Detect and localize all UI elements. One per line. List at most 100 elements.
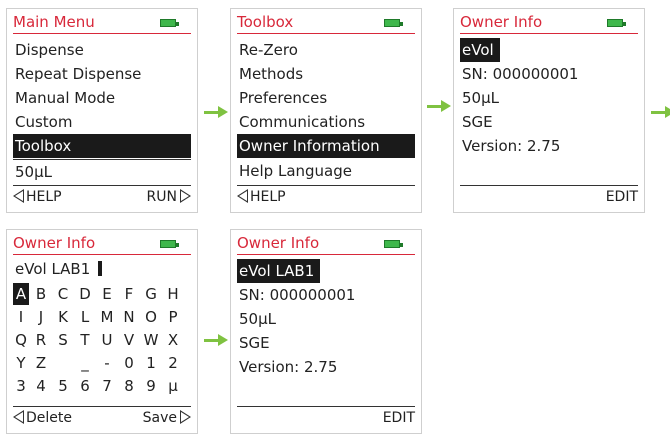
name-entry-field[interactable]: eVol LAB1 [13,257,191,281]
edit-softkey[interactable]: EDIT [606,187,638,207]
delete-label: Delete [26,410,72,426]
manufacturer-label: SGE [462,113,493,131]
char-key[interactable]: Q [13,329,29,351]
char-key[interactable]: 3 [13,375,29,397]
char-key[interactable]: H [165,283,181,305]
menu-item-toolbox[interactable]: Toolbox [13,134,191,158]
char-key[interactable]: N [121,306,137,328]
title-divider [13,33,191,34]
char-key[interactable]: O [143,306,159,328]
char-key[interactable]: 7 [99,375,115,397]
run-softkey[interactable]: RUN [147,187,191,207]
right-triangle-icon [180,410,191,424]
menu-item-manual-mode[interactable]: Manual Mode [13,86,191,110]
char-key[interactable]: B [33,283,49,305]
char-key[interactable]: 2 [165,352,181,374]
left-triangle-icon [13,410,24,424]
menu-item-preferences[interactable]: Preferences [237,86,415,110]
right-arrow-icon [427,100,451,112]
char-key[interactable]: K [55,306,71,328]
char-key[interactable]: P [165,306,181,328]
menu-item-help-language[interactable]: Help Language [237,159,415,183]
char-key[interactable]: _ [77,352,93,374]
char-key[interactable]: V [121,329,137,351]
volume-readout: 50µL [239,310,276,328]
softkey-bar: HELP [237,187,415,207]
char-key[interactable]: F [121,283,137,305]
owner-name-field[interactable]: eVol [460,38,500,62]
text-cursor [98,261,103,276]
screen-title: Toolbox [237,13,294,31]
serial-number: SN: 000000001 [239,286,356,304]
footer-divider [237,185,415,186]
toolbox-screen: Toolbox Re-Zero Methods Preferences Comm… [230,8,422,213]
softkey-bar: HELP RUN [13,187,191,207]
menu-item-custom[interactable]: Custom [13,110,191,134]
char-key[interactable]: 4 [33,375,49,397]
volume-readout: 50µL [462,89,499,107]
char-key[interactable]: E [99,283,115,305]
char-key[interactable]: L [77,306,93,328]
help-softkey[interactable]: HELP [13,187,62,207]
right-arrow-icon [204,106,228,118]
char-key[interactable]: W [143,329,159,351]
char-key[interactable]: U [99,329,115,351]
char-key[interactable]: 0 [121,352,137,374]
char-key[interactable]: A [13,283,29,305]
char-key[interactable]: M [99,306,115,328]
owner-info-screen: Owner Info eVol SN: 000000001 50µL SGE V… [453,8,645,213]
title-divider [237,254,415,255]
menu-item-re-zero[interactable]: Re-Zero [237,38,415,62]
char-key[interactable]: D [77,283,93,305]
char-key[interactable]: T [77,329,93,351]
owner-edit-screen: Owner Info eVol LAB1 A B C D E F G H I J… [6,229,198,434]
char-key[interactable]: I [13,306,29,328]
char-key[interactable]: C [55,283,71,305]
battery-icon [384,240,403,248]
name-entry-text: eVol LAB1 [15,260,91,278]
menu-item-dispense[interactable]: Dispense [13,38,191,62]
char-key[interactable]: µ [165,375,181,397]
battery-icon [384,19,403,27]
menu-item-methods[interactable]: Methods [237,62,415,86]
screen-title: Owner Info [460,13,543,31]
softkey-bar: EDIT [460,187,638,207]
save-label: Save [142,410,177,426]
char-key[interactable]: 9 [143,375,159,397]
title-divider [460,33,638,34]
owner-name-field[interactable]: eVol LAB1 [237,259,321,283]
battery-icon [160,240,179,248]
char-key[interactable]: J [33,306,49,328]
battery-icon [607,19,626,27]
footer-divider [13,406,191,407]
menu-item-owner-information[interactable]: Owner Information [237,134,415,158]
footer-divider [237,406,415,407]
version-label: Version: 2.75 [462,137,561,155]
softkey-bar: EDIT [237,408,415,428]
char-key[interactable]: 5 [55,375,71,397]
menu-item-repeat-dispense[interactable]: Repeat Dispense [13,62,191,86]
char-key[interactable]: G [143,283,159,305]
menu-item-communications[interactable]: Communications [237,110,415,134]
help-label: HELP [250,189,286,205]
char-key[interactable]: 8 [121,375,137,397]
version-label: Version: 2.75 [239,358,338,376]
footer-divider [13,185,191,186]
char-key[interactable]: - [99,352,115,374]
edit-softkey[interactable]: EDIT [383,408,415,428]
title-divider [237,33,415,34]
delete-softkey[interactable]: Delete [13,408,72,428]
screen-title: Main Menu [13,13,95,31]
screen-title: Owner Info [237,234,320,252]
char-key[interactable]: 6 [77,375,93,397]
char-key[interactable]: S [55,329,71,351]
char-key[interactable]: Z [33,352,49,374]
char-key[interactable]: X [165,329,181,351]
save-softkey[interactable]: Save [143,408,191,428]
left-triangle-icon [237,189,248,203]
char-key[interactable]: 1 [143,352,159,374]
manufacturer-label: SGE [239,334,270,352]
char-key[interactable]: R [33,329,49,351]
char-key[interactable]: Y [13,352,29,374]
help-softkey[interactable]: HELP [237,187,286,207]
